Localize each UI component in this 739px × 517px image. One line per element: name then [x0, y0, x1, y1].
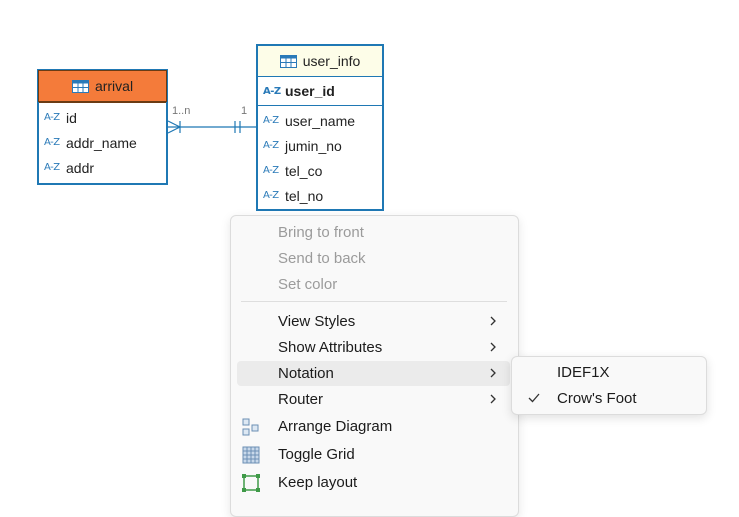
menu-item-label: Toggle Grid: [278, 446, 355, 463]
attribute-name: id: [66, 109, 77, 126]
grid-icon: [242, 446, 260, 464]
attribute-row[interactable]: A-Z id: [39, 105, 166, 130]
table-icon: [279, 54, 297, 68]
type-az-icon: A-Z: [263, 190, 279, 201]
entity-arrival[interactable]: arrival A-Z id A-Z addr_name A-Z addr: [37, 69, 168, 185]
type-az-icon: A-Z: [44, 162, 60, 173]
arrange-diagram-icon: [242, 418, 259, 436]
type-az-icon: A-Z: [263, 140, 279, 151]
keep-layout-icon: [242, 474, 260, 492]
attribute-name: user_id: [285, 83, 335, 99]
chevron-right-icon: [490, 316, 496, 326]
chevron-right-icon: [490, 342, 496, 352]
menu-item-label: IDEF1X: [557, 364, 610, 381]
attribute-row[interactable]: A-Z user_name: [258, 108, 382, 133]
menu-item-label: Bring to front: [278, 224, 364, 241]
chevron-right-icon: [490, 368, 496, 378]
menu-item-notation[interactable]: Notation: [237, 361, 510, 386]
attribute-name: tel_co: [285, 162, 323, 179]
entity-user-info[interactable]: user_info A-Z user_id A-Z user_name A-Z …: [256, 44, 384, 211]
menu-item-label: Set color: [278, 276, 338, 293]
table-icon: [71, 79, 89, 93]
submenu-item-crows-foot[interactable]: Crow's Foot: [516, 386, 702, 411]
context-menu: Bring to front Send to back Set color Vi…: [230, 215, 519, 517]
menu-item-send-to-back[interactable]: Send to back: [237, 246, 510, 271]
type-az-icon: A-Z: [263, 115, 279, 126]
primary-key-row[interactable]: A-Z user_id: [258, 77, 382, 105]
entity-header[interactable]: arrival: [38, 70, 167, 102]
attribute-row[interactable]: A-Z tel_no: [258, 183, 382, 208]
menu-item-show-attributes[interactable]: Show Attributes: [237, 335, 510, 360]
attribute-row[interactable]: A-Z tel_co: [258, 158, 382, 183]
attribute-row[interactable]: A-Z addr_name: [39, 130, 166, 155]
attribute-row[interactable]: A-Z addr: [39, 155, 166, 180]
menu-item-label: Send to back: [278, 250, 366, 267]
notation-submenu: IDEF1X Crow's Foot: [511, 356, 707, 415]
attribute-name: jumin_no: [285, 137, 342, 154]
entity-header[interactable]: user_info: [258, 46, 382, 76]
attribute-name: addr: [66, 159, 95, 176]
divider: [258, 105, 382, 106]
attribute-row[interactable]: A-Z jumin_no: [258, 133, 382, 158]
menu-item-label: Router: [278, 391, 324, 408]
to-cardinality-label: 1: [241, 105, 248, 117]
chevron-right-icon: [490, 394, 496, 404]
menu-item-toggle-grid[interactable]: Toggle Grid: [237, 442, 510, 467]
type-az-icon: A-Z: [263, 85, 281, 97]
menu-item-set-color[interactable]: Set color: [237, 272, 510, 297]
menu-item-label: View Styles: [278, 313, 356, 330]
from-cardinality-label: 1..n: [172, 105, 191, 117]
menu-item-label: Notation: [278, 365, 334, 382]
menu-item-label: Show Attributes: [278, 339, 383, 356]
checkmark-icon: [528, 393, 540, 403]
menu-item-label: Crow's Foot: [557, 390, 637, 407]
entity-title: user_info: [302, 53, 361, 69]
menu-item-bring-to-front[interactable]: Bring to front: [237, 220, 510, 245]
divider: [39, 101, 166, 103]
menu-item-arrange-diagram[interactable]: Arrange Diagram: [237, 414, 510, 439]
menu-item-label: Arrange Diagram: [278, 418, 393, 435]
attribute-name: addr_name: [66, 134, 137, 151]
menu-item-view-styles[interactable]: View Styles: [237, 309, 510, 334]
entity-title: arrival: [94, 78, 134, 94]
menu-item-label: Keep layout: [278, 474, 358, 491]
type-az-icon: A-Z: [44, 137, 60, 148]
menu-separator: [241, 301, 507, 302]
type-az-icon: A-Z: [263, 165, 279, 176]
menu-item-router[interactable]: Router: [237, 387, 510, 412]
attribute-name: user_name: [285, 112, 356, 129]
attribute-name: tel_no: [285, 187, 324, 204]
type-az-icon: A-Z: [44, 112, 60, 123]
submenu-item-idef1x[interactable]: IDEF1X: [516, 360, 702, 385]
menu-item-keep-layout[interactable]: Keep layout: [237, 470, 510, 495]
